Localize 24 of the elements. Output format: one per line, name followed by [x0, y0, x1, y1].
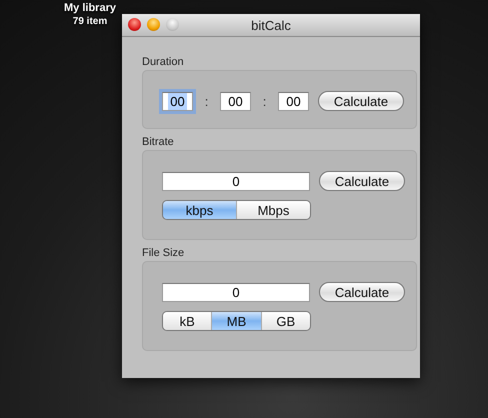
colon-separator: :	[204, 94, 210, 108]
desktop-icon-subtitle: 79 item	[72, 15, 108, 28]
minimize-button[interactable]	[147, 18, 160, 31]
close-button[interactable]	[128, 18, 141, 31]
section-label: Duration	[142, 56, 185, 68]
unit-segment[interactable]: Mbps	[237, 201, 310, 219]
calculate-button[interactable]: Calculate	[318, 91, 404, 111]
zoom-button[interactable]	[166, 18, 179, 31]
unit-segment[interactable]: kbps	[163, 201, 237, 219]
value-field[interactable]: 0	[162, 172, 310, 190]
window-title: bitCalc	[251, 18, 291, 32]
colon-separator: :	[262, 94, 268, 108]
unit-segment[interactable]: MB	[212, 312, 262, 330]
section-label: File Size	[142, 247, 186, 259]
value-field[interactable]: 0	[162, 282, 310, 302]
section-label: Bitrate	[142, 136, 175, 148]
unit-segment[interactable]: kB	[163, 312, 212, 330]
calculate-button[interactable]: Calculate	[319, 282, 405, 302]
desktop-icon-title: My library	[64, 2, 116, 15]
time-field[interactable]: 00	[220, 92, 251, 110]
time-field[interactable]: 00	[278, 92, 309, 110]
calculate-button[interactable]: Calculate	[319, 171, 405, 191]
unit-segment[interactable]: GB	[262, 312, 310, 330]
time-field[interactable]: 00	[162, 92, 193, 110]
